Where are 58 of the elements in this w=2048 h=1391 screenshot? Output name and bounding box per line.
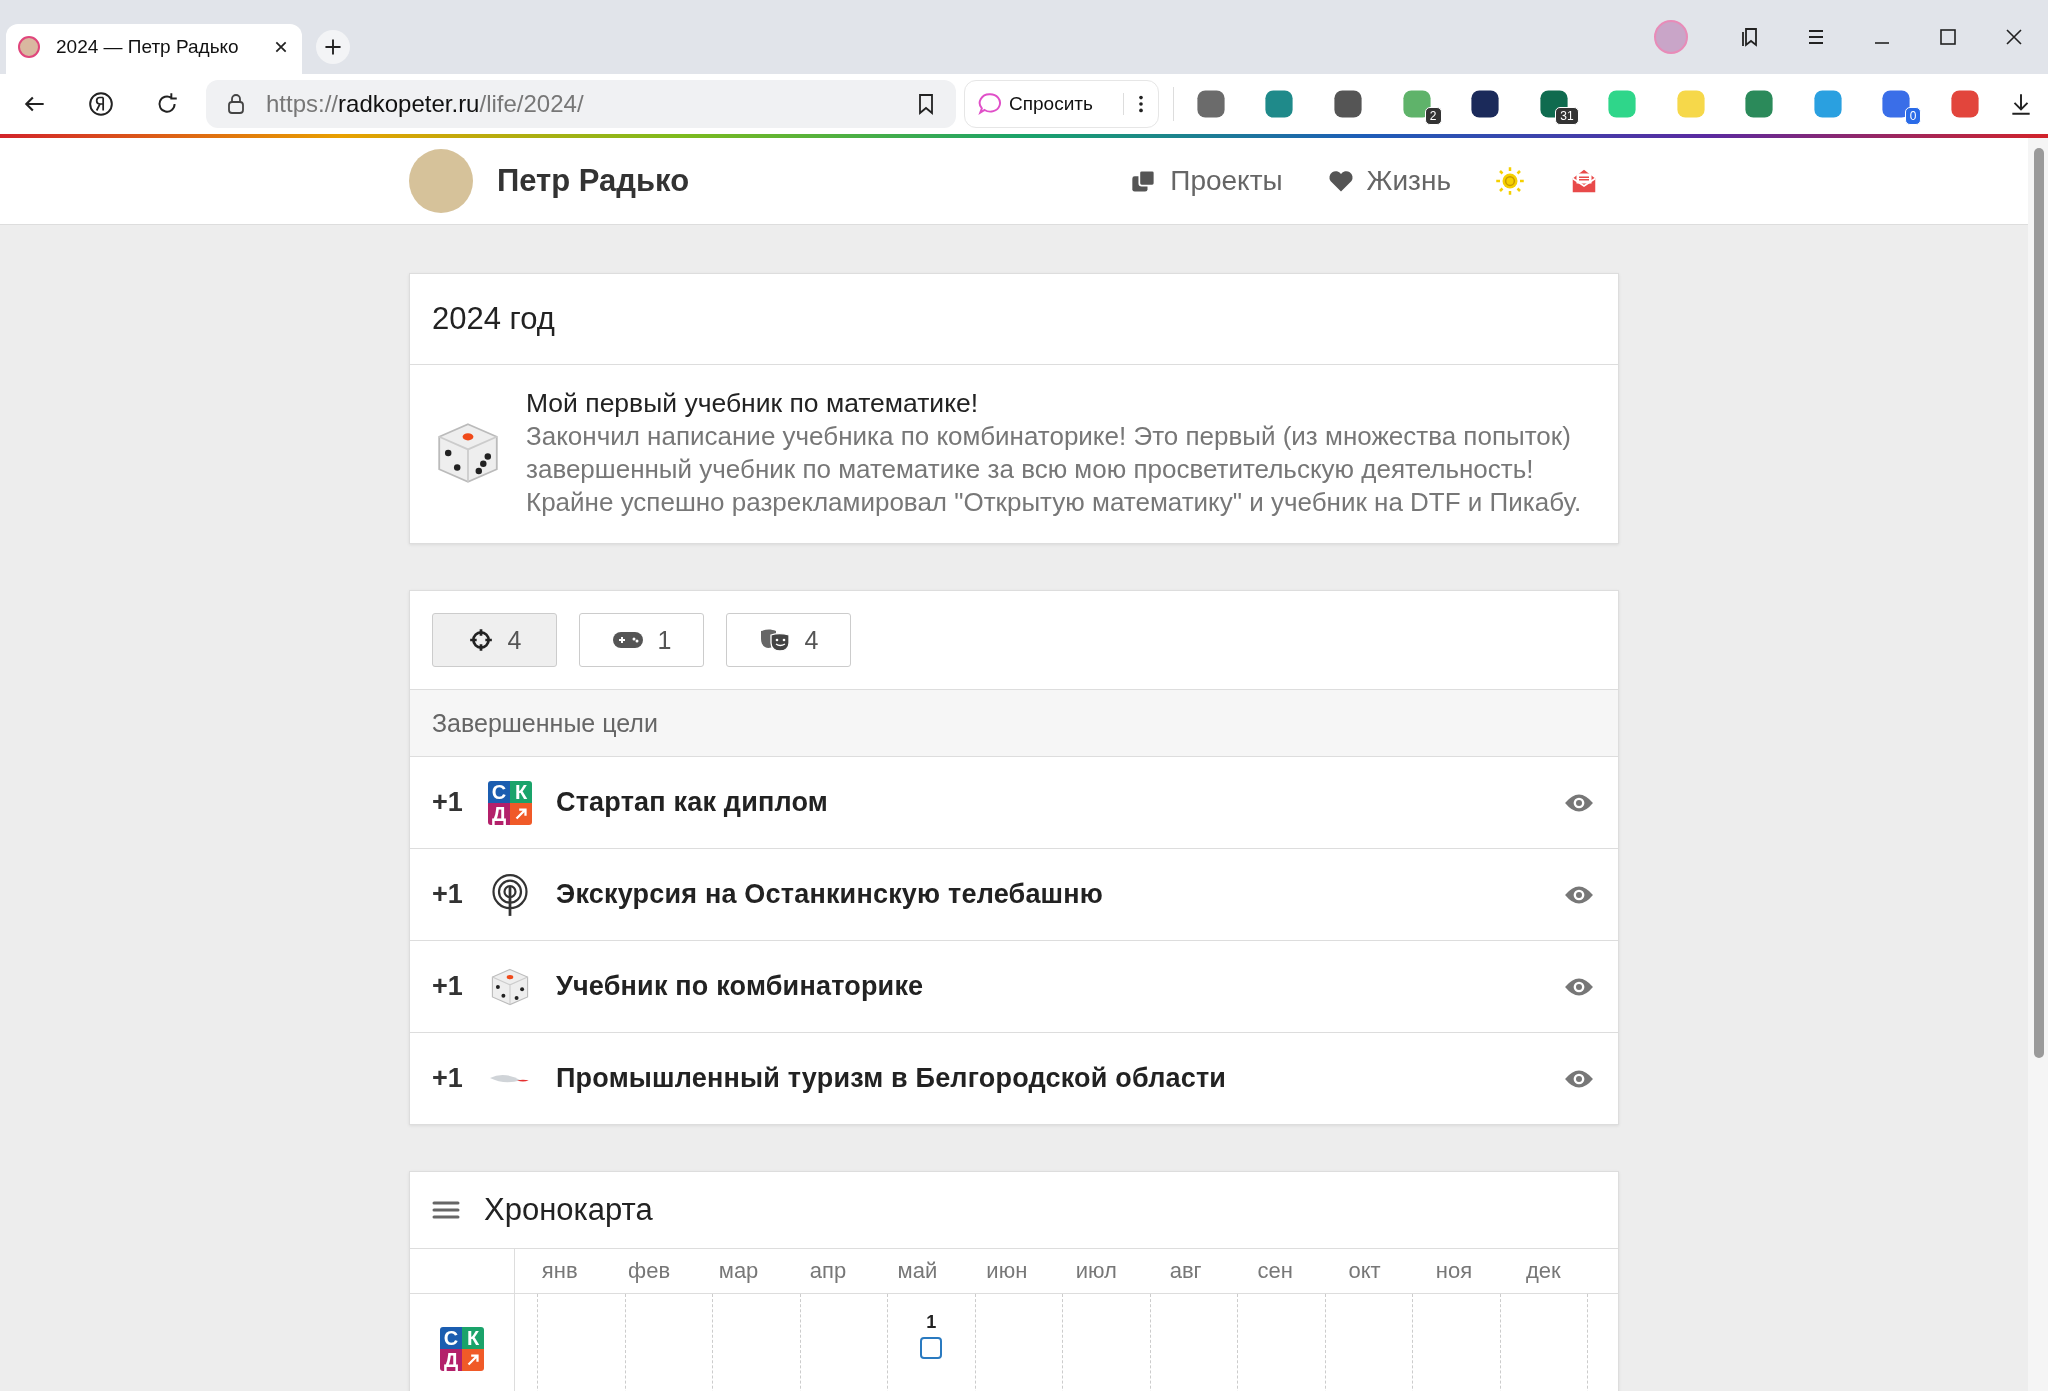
eye-icon[interactable] xyxy=(1564,883,1594,906)
month-label: окт xyxy=(1347,1258,1382,1284)
chat-bubble-icon xyxy=(977,91,1003,117)
chronomap-title: Хронокарта xyxy=(484,1192,653,1228)
ask-label: Спросить xyxy=(1009,93,1093,115)
goal-logo: С К Д xyxy=(488,780,532,825)
goal-points: +1 xyxy=(432,879,464,910)
tab-title: 2024 — Петр Радько xyxy=(56,36,240,58)
month-label: июл xyxy=(1074,1258,1118,1284)
goal-points: +1 xyxy=(432,971,464,1002)
filter-tab[interactable]: 4 xyxy=(726,613,851,667)
month-label: янв xyxy=(540,1258,579,1284)
eye-icon[interactable] xyxy=(1564,791,1594,814)
ask-button[interactable]: Спросить xyxy=(964,80,1159,128)
goal-title[interactable]: Экскурсия на Останкинскую телебашню xyxy=(556,879,1564,910)
goal-title[interactable]: Учебник по комбинаторике xyxy=(556,971,1564,1002)
goal-marker[interactable] xyxy=(920,1337,943,1359)
theater-masks-icon xyxy=(758,627,791,653)
month-label: мар xyxy=(717,1258,760,1284)
section-title: Завершенные цели xyxy=(432,708,658,738)
filter-tab[interactable]: 1 xyxy=(579,613,704,667)
swoosh-icon xyxy=(490,1073,530,1084)
month-label: июн xyxy=(985,1258,1029,1284)
goal-logo: С К Д xyxy=(440,1327,484,1371)
nav-link[interactable]: Жизнь xyxy=(1326,165,1451,197)
site-favicon-icon xyxy=(18,36,40,58)
extension-badge: 0 xyxy=(1904,107,1922,125)
filter-tab[interactable]: 4 xyxy=(432,613,557,667)
goal-title[interactable]: Стартап как диплом xyxy=(556,787,1564,818)
month-label: фев xyxy=(627,1258,672,1284)
month-label: май xyxy=(896,1258,939,1284)
browser-tab[interactable]: 2024 — Петр Радько xyxy=(6,24,302,74)
post-text: Закончил написание учебника по комбинаторике! Это первый (из множества попыток) завершенный учебник по математике за всю мою просветительскую деятельность! Крайне успешно разрекламировал "Открытую математику" и учебник на DTF и Пикабу. xyxy=(526,420,1583,519)
scrollbar-thumb[interactable] xyxy=(2034,148,2044,1058)
eye-icon[interactable] xyxy=(1564,975,1594,998)
month-label: авг xyxy=(1168,1258,1203,1284)
month-label: апр xyxy=(808,1258,848,1284)
month-count: 1 xyxy=(926,1312,937,1333)
month-label: дек xyxy=(1525,1258,1562,1284)
month-label: ноя xyxy=(1434,1258,1474,1284)
goal-title[interactable]: Промышленный туризм в Белгородской области xyxy=(556,1063,1564,1094)
new-tab-icon[interactable] xyxy=(316,30,350,64)
nav-link[interactable]: Проекты xyxy=(1130,165,1283,197)
site-name[interactable]: Петр Радько xyxy=(497,163,690,199)
month-label: сен xyxy=(1256,1258,1294,1284)
post-title: 2024 год xyxy=(432,301,555,337)
goal-points: +1 xyxy=(432,1063,464,1094)
crosshair-icon xyxy=(467,627,494,653)
home-icon[interactable] xyxy=(88,91,114,117)
eye-icon[interactable] xyxy=(1564,1067,1594,1090)
address-bar[interactable]: https://radkopeter.ru/life/2024/ xyxy=(206,80,956,128)
goal-points: +1 xyxy=(432,787,464,818)
menu-icon[interactable] xyxy=(432,1199,460,1221)
close-icon[interactable] xyxy=(274,40,288,54)
more-icon[interactable] xyxy=(1122,93,1144,115)
extension-badge: 2 xyxy=(1424,107,1442,125)
post-heading: Мой первый учебник по математике! xyxy=(526,387,980,420)
extension-badge: 31 xyxy=(1555,107,1579,125)
